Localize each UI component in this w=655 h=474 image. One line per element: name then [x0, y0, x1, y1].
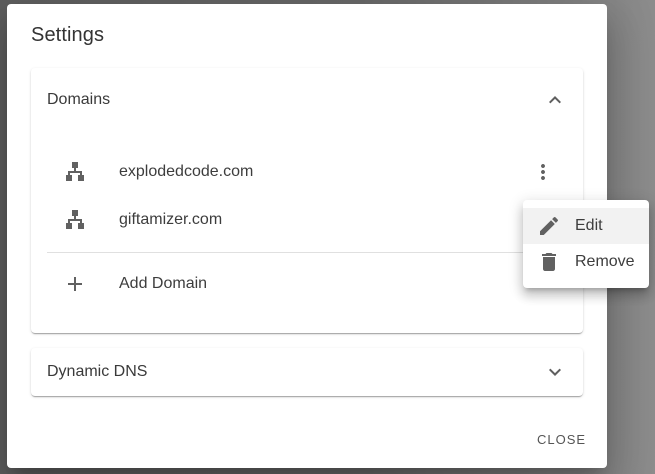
close-button[interactable]: CLOSE — [537, 432, 586, 447]
dynamic-dns-panel-title: Dynamic DNS — [47, 363, 148, 380]
domain-list-item[interactable]: explodedcode.com — [31, 148, 583, 196]
domain-context-menu: Edit Remove — [523, 200, 649, 288]
chevron-up-icon[interactable] — [543, 88, 567, 112]
menu-item-label: Remove — [575, 253, 635, 270]
add-domain-label: Add Domain — [119, 275, 208, 292]
dialog-title: Settings — [31, 24, 105, 46]
domain-label: explodedcode.com — [119, 163, 254, 180]
domains-panel-header[interactable]: Domains — [47, 88, 567, 112]
plus-icon — [63, 272, 87, 296]
settings-dialog: Settings Domains explodedcode.com giftam… — [7, 4, 607, 468]
sitemap-icon — [63, 160, 87, 184]
menu-item-label: Edit — [575, 217, 603, 234]
divider — [47, 252, 583, 253]
dynamic-dns-panel: Dynamic DNS — [31, 348, 583, 396]
menu-item-remove[interactable]: Remove — [523, 244, 649, 280]
menu-item-edit[interactable]: Edit — [523, 208, 649, 244]
trash-icon — [537, 250, 561, 274]
domains-panel-title: Domains — [47, 91, 111, 108]
domains-panel: Domains explodedcode.com giftamizer.com — [31, 68, 583, 333]
domain-list-item[interactable]: giftamizer.com — [31, 196, 583, 244]
add-domain-button[interactable]: Add Domain — [31, 260, 583, 308]
chevron-down-icon[interactable] — [543, 360, 567, 384]
dynamic-dns-panel-header[interactable]: Dynamic DNS — [47, 360, 567, 384]
more-vert-icon[interactable] — [531, 160, 555, 184]
pencil-icon — [537, 214, 561, 238]
sitemap-icon — [63, 208, 87, 232]
domain-label: giftamizer.com — [119, 211, 223, 228]
